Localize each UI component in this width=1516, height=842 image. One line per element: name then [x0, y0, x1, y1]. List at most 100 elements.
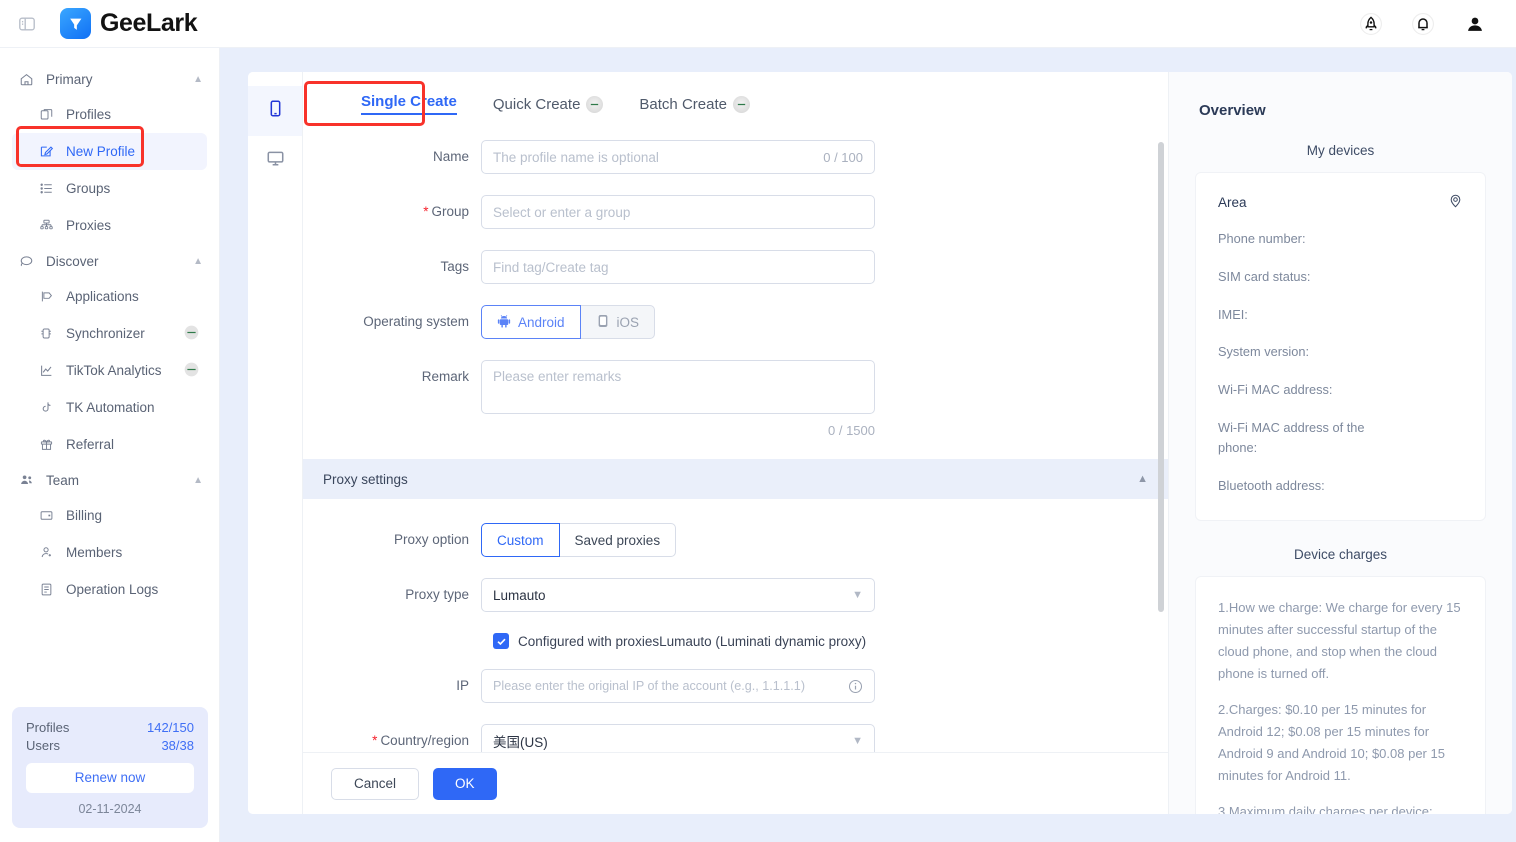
rocket-icon[interactable] — [1358, 11, 1384, 37]
rail-item-phone[interactable] — [248, 86, 302, 136]
location-pin-icon[interactable] — [1448, 193, 1463, 211]
remark-textarea[interactable] — [481, 360, 875, 414]
main-content: Single Create Quick Create Batch Create — [220, 48, 1516, 842]
proxy-settings-header[interactable]: Proxy settings ▲ — [303, 459, 1168, 499]
quota-profiles-label: Profiles — [26, 720, 69, 735]
sidebar-group-discover[interactable]: Discover ▲ — [0, 244, 219, 278]
device-field: System version: — [1218, 342, 1463, 362]
tab-label: Single Create — [361, 93, 457, 110]
chevron-up-icon[interactable]: ▲ — [1137, 473, 1148, 485]
proxy-option-saved[interactable]: Saved proxies — [559, 523, 677, 557]
user-avatar-icon[interactable] — [1462, 11, 1488, 37]
sidebar-item-applications[interactable]: Applications — [12, 278, 207, 315]
sidebar-item-label: Referral — [66, 437, 114, 452]
profiles-icon — [38, 107, 55, 122]
synchronizer-icon — [38, 326, 55, 341]
form-scroll-area: Single Create Quick Create Batch Create — [303, 72, 1168, 752]
info-icon[interactable] — [848, 679, 863, 694]
tiktok-icon — [38, 400, 55, 415]
sidebar-item-tk-automation[interactable]: TK Automation — [12, 389, 207, 426]
sidebar-item-profiles[interactable]: Profiles — [12, 96, 207, 133]
brand-logo: GeeLark — [60, 8, 197, 39]
new-profile-card: Single Create Quick Create Batch Create — [248, 72, 1512, 814]
sidebar-item-proxies[interactable]: Proxies — [12, 207, 207, 244]
os-option-label: Android — [518, 315, 565, 330]
sidebar-item-members[interactable]: Members — [12, 534, 207, 571]
device-field: SIM card status: — [1218, 267, 1463, 287]
sidebar-item-tiktok-analytics[interactable]: TikTok Analytics — [12, 352, 207, 389]
sidebar-group-label: Primary — [46, 72, 93, 87]
sidebar-item-referral[interactable]: Referral — [12, 426, 207, 463]
team-icon — [18, 472, 35, 488]
analytics-icon — [38, 363, 55, 378]
sidebar-group-primary[interactable]: Primary ▲ — [0, 62, 219, 96]
rail-item-desktop[interactable] — [248, 136, 302, 186]
quota-users-row: Users 38/38 — [26, 738, 194, 753]
tab-badge-icon — [586, 96, 603, 113]
groups-icon — [38, 181, 55, 196]
group-input-wrap[interactable] — [481, 195, 875, 229]
tags-input[interactable] — [493, 252, 863, 282]
country-select[interactable]: 美国(US) ▼ — [481, 724, 875, 752]
app-root: GeeLark — [0, 0, 1516, 842]
device-field: Wi-Fi MAC address of the phone: — [1218, 418, 1368, 458]
tab-batch-create[interactable]: Batch Create — [639, 96, 750, 113]
proxies-icon — [38, 218, 55, 233]
device-charges-label: Device charges — [1195, 547, 1486, 562]
brand-name: GeeLark — [100, 9, 197, 38]
phone-icon — [266, 99, 285, 123]
home-icon — [18, 72, 35, 87]
bell-icon[interactable] — [1410, 11, 1436, 37]
sidebar-item-new-profile[interactable]: New Profile — [12, 133, 207, 170]
sidebar-item-synchronizer[interactable]: Synchronizer — [12, 315, 207, 352]
name-input[interactable] — [493, 142, 815, 172]
chevron-up-icon: ▲ — [193, 475, 203, 486]
field-row-tags: Tags — [303, 250, 1168, 284]
field-row-remark: Remark 0 / 1500 — [303, 360, 1168, 438]
proxy-configured-label: Configured with proxiesLumauto (Luminati… — [518, 634, 866, 649]
chevron-up-icon: ▲ — [193, 74, 203, 85]
tab-quick-create[interactable]: Quick Create — [493, 96, 604, 113]
header-actions — [1358, 11, 1488, 37]
sidebar: Primary ▲ Profiles New Profil — [0, 48, 220, 842]
device-field: Phone number: — [1218, 229, 1463, 249]
gift-icon — [38, 437, 55, 452]
proxy-type-select[interactable]: Lumauto ▼ — [481, 578, 875, 612]
overview-panel: Overview My devices Area Phone number: S… — [1168, 72, 1512, 814]
charge-paragraph: 2.Charges: $0.10 per 15 minutes for Andr… — [1218, 699, 1463, 787]
geelark-mark-icon — [60, 8, 91, 39]
sidebar-nav: Primary ▲ Profiles New Profil — [0, 48, 219, 608]
sidebar-group-label: Team — [46, 473, 79, 488]
quota-profiles-row: Profiles 142/150 — [26, 720, 194, 735]
device-info-card: Area Phone number: SIM card status: IMEI… — [1195, 172, 1486, 521]
renew-now-button[interactable]: Renew now — [26, 763, 194, 793]
proxy-option-custom[interactable]: Custom — [481, 523, 560, 557]
os-option-android[interactable]: Android — [481, 305, 581, 339]
group-input[interactable] — [493, 197, 863, 227]
field-row-group: *Group — [303, 195, 1168, 229]
sidebar-badge-icon — [184, 362, 199, 380]
sidebar-toggle-icon[interactable] — [16, 13, 38, 35]
proxy-configured-checkbox[interactable] — [493, 633, 509, 649]
country-value: 美国(US) — [493, 731, 548, 751]
field-row-proxy-type: Proxy type Lumauto ▼ — [303, 578, 1168, 612]
form-scrollbar[interactable] — [1158, 142, 1164, 612]
tags-input-wrap[interactable] — [481, 250, 875, 284]
ip-input[interactable] — [493, 671, 848, 701]
country-label: *Country/region — [303, 724, 481, 752]
sidebar-item-label: Synchronizer — [66, 326, 145, 341]
ip-input-wrap[interactable] — [481, 669, 875, 703]
sidebar-item-groups[interactable]: Groups — [12, 170, 207, 207]
tab-single-create[interactable]: Single Create — [361, 93, 457, 115]
sidebar-group-team[interactable]: Team ▲ — [0, 463, 219, 497]
sidebar-group-label: Discover — [46, 254, 99, 269]
name-input-wrap[interactable]: 0 / 100 — [481, 140, 875, 174]
sidebar-item-operation-logs[interactable]: Operation Logs — [12, 571, 207, 608]
sidebar-item-label: Proxies — [66, 218, 111, 233]
ok-button[interactable]: OK — [433, 768, 497, 800]
os-option-ios[interactable]: iOS — [580, 305, 656, 339]
cancel-button[interactable]: Cancel — [331, 768, 419, 800]
sidebar-item-billing[interactable]: Billing — [12, 497, 207, 534]
quota-users-label: Users — [26, 738, 60, 753]
sidebar-item-label: Groups — [66, 181, 110, 196]
